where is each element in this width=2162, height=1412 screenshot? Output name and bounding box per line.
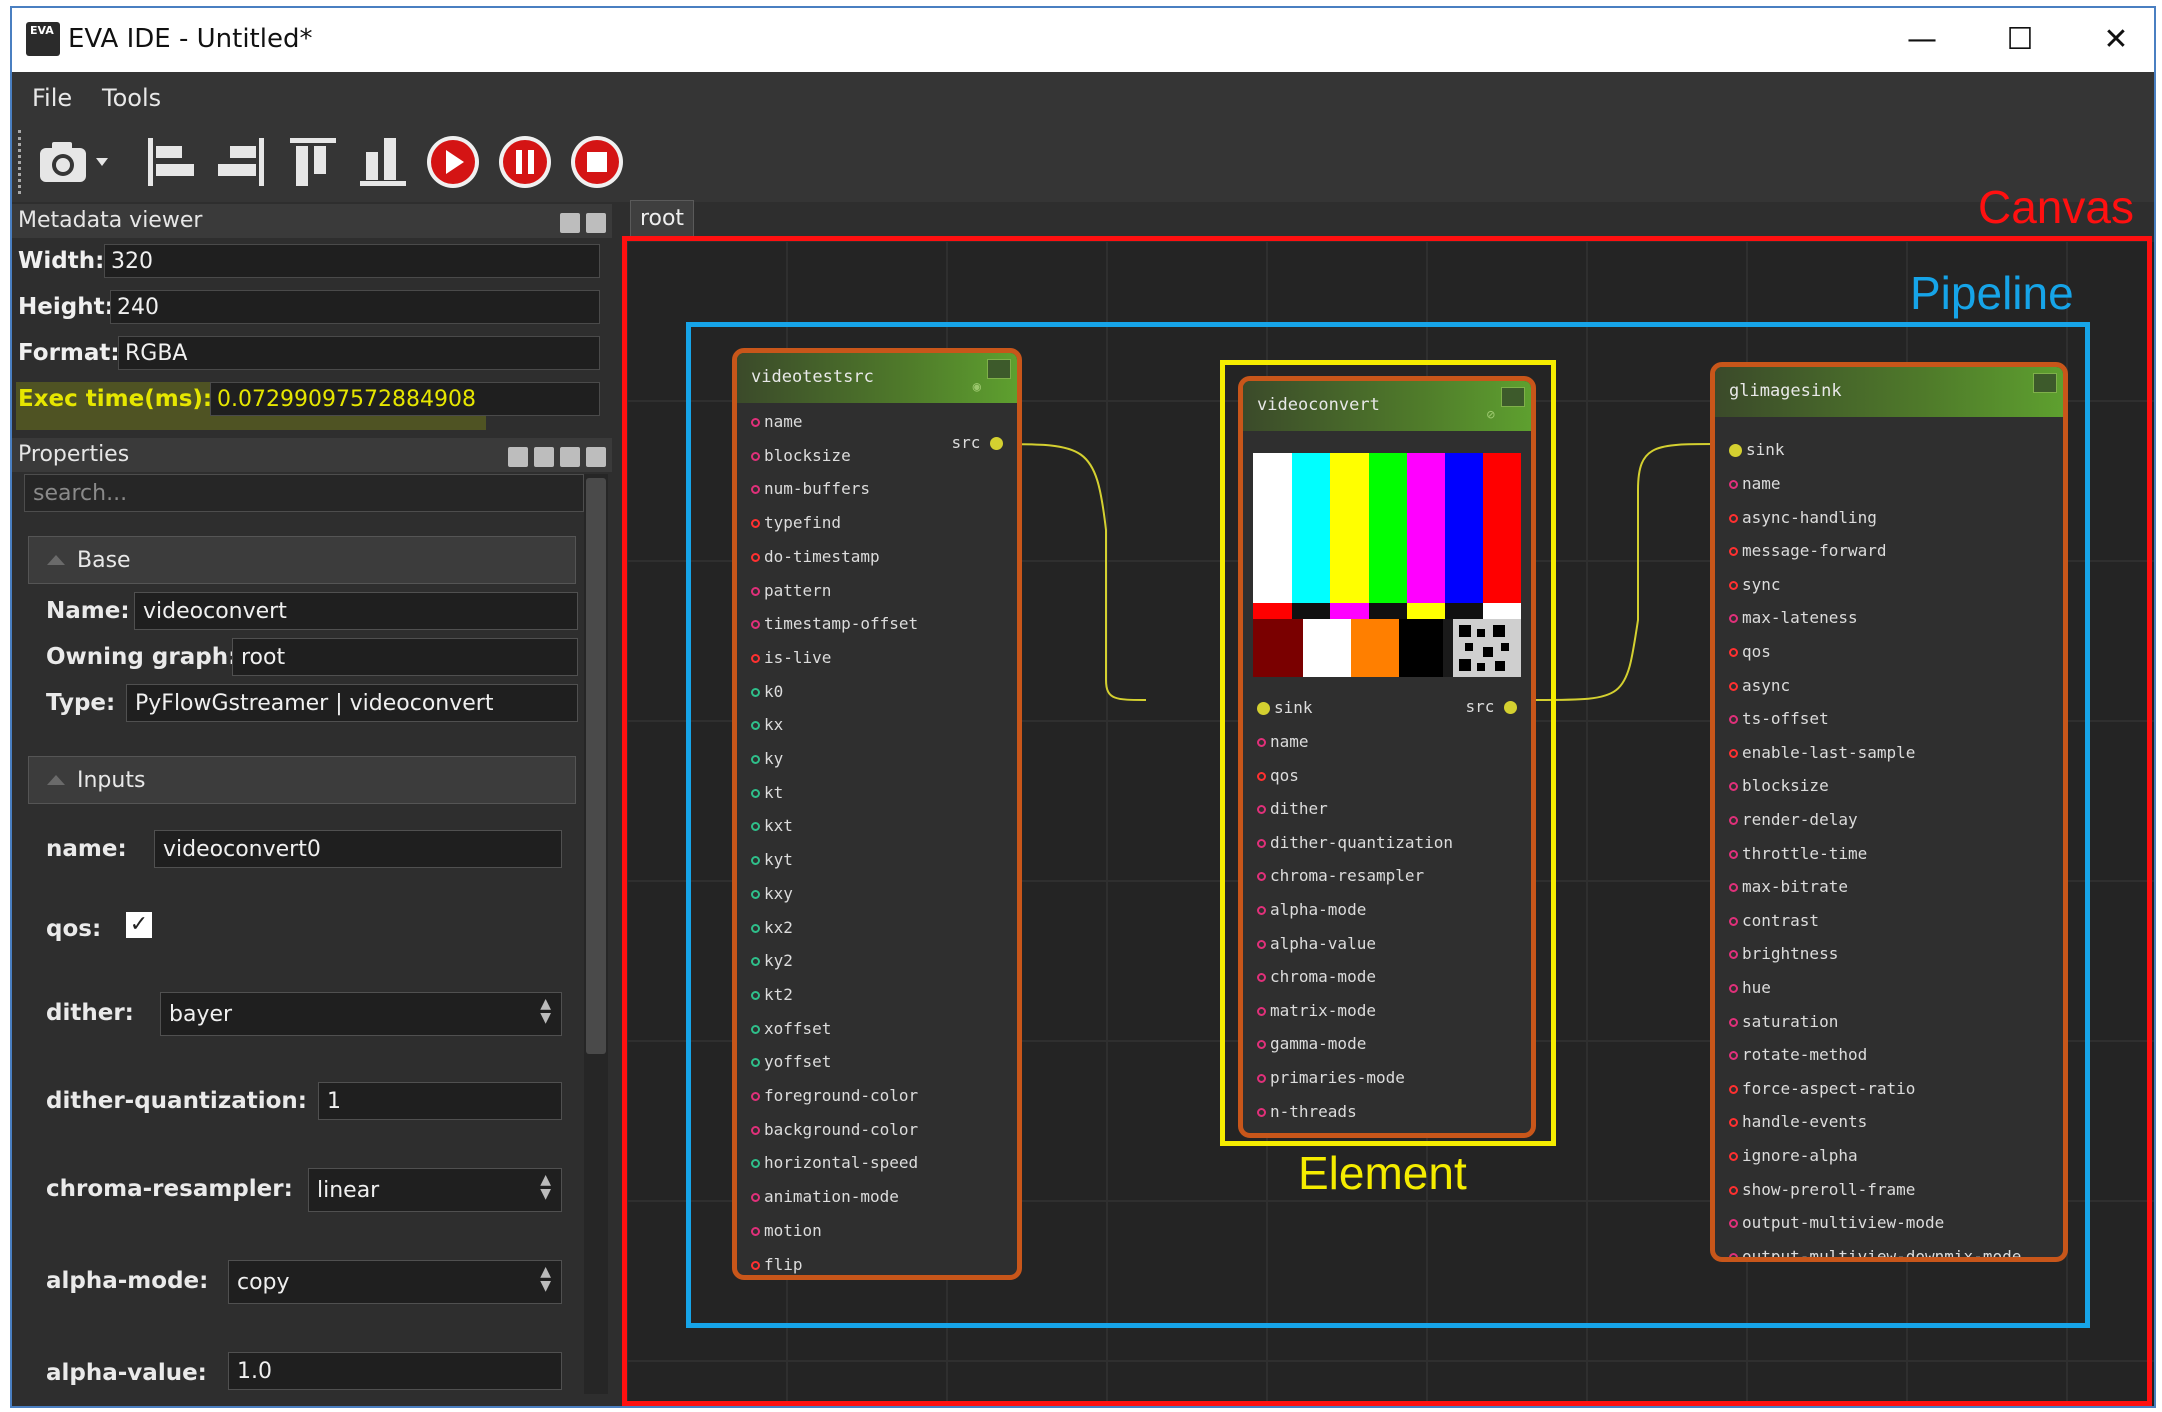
canvas-annotation-label: Canvas [1978,181,2134,233]
spin-arrows-icon: ▲ ▼ [540,1264,551,1294]
properties-panel-controls [502,444,606,478]
alpha-value-label: alpha-value: [46,1360,207,1386]
owning-graph-field[interactable]: root [232,638,578,676]
metadata-exec-row: Exec time(ms): 0.07299097572884908 [18,382,612,416]
dither-label: dither: [46,1000,134,1026]
pipeline-annotation-label: Pipeline [1910,267,2074,319]
element-annotation-label: Element [1298,1147,1467,1199]
metadata-height-row: Height: 240 [18,290,612,324]
width-label: Width: [18,248,105,274]
chroma-resampler-value: linear [317,1178,380,1203]
refresh-icon[interactable] [508,447,528,467]
inputs-section-label: Inputs [77,768,146,793]
toolbar [12,122,2154,202]
input-name-label: name: [46,836,127,862]
owning-graph-label: Owning graph: [46,644,238,670]
maximize-button[interactable]: ☐ [1990,16,2050,64]
dither-select[interactable]: bayer ▲ ▼ [160,992,562,1036]
close-button[interactable]: ✕ [2086,16,2146,64]
play-icon[interactable] [424,132,482,192]
metadata-format-row: Format: RGBA [18,336,612,370]
exec-time-label: Exec time(ms): [18,386,213,412]
height-label: Height: [18,294,114,320]
title-bar: EVA EVA IDE - Untitled* — ☐ ✕ [12,8,2154,72]
alpha-value-field[interactable]: 1.0 [228,1352,562,1390]
menu-bar: File Tools [12,72,2154,122]
menu-tools[interactable]: Tools [102,84,161,112]
align-bottom-icon[interactable] [354,132,412,192]
qos-label: qos: [46,916,102,942]
metadata-width-row: Width: 320 [18,244,612,278]
tab-root[interactable]: root [630,200,694,237]
input-name-field[interactable]: videoconvert0 [154,830,562,868]
minimize-button[interactable]: — [1892,16,1952,64]
menu-file[interactable]: File [32,84,72,112]
close-panel-icon[interactable] [586,213,606,233]
spin-arrows-icon: ▲ ▼ [540,996,551,1026]
float-panel-icon[interactable] [560,213,580,233]
properties-label: Properties [18,442,130,467]
float-panel-icon[interactable] [560,447,580,467]
stop-icon[interactable] [568,132,626,192]
camera-icon[interactable] [36,132,116,192]
alpha-mode-label: alpha-mode: [46,1268,209,1294]
base-section-header[interactable]: Base [28,536,576,584]
width-value: 320 [104,244,600,278]
type-field[interactable]: PyFlowGstreamer | videoconvert [126,684,578,722]
metadata-panel-controls [554,210,606,244]
dither-quantization-label: dither-quantization: [46,1088,307,1114]
lock-icon[interactable] [534,447,554,467]
element-annotation-box [1220,360,1556,1146]
spin-arrows-icon: ▲ ▼ [540,1172,551,1202]
properties-search-input[interactable]: search... [24,474,584,512]
qos-checkbox[interactable]: ✓ [126,912,152,938]
scrollbar-thumb[interactable] [586,478,606,1054]
inputs-section-header[interactable]: Inputs [28,756,576,804]
metadata-viewer-label: Metadata viewer [18,208,203,233]
chroma-resampler-label: chroma-resampler: [46,1176,293,1202]
app-icon: EVA [26,22,60,56]
chroma-resampler-select[interactable]: linear ▲ ▼ [308,1168,562,1212]
height-value: 240 [110,290,600,324]
alpha-mode-value: copy [237,1270,290,1295]
collapse-icon [47,555,65,565]
align-top-icon[interactable] [284,132,342,192]
dither-value: bayer [169,1002,233,1027]
dither-quantization-field[interactable]: 1 [318,1082,562,1120]
toolbar-grip[interactable] [18,130,25,194]
name-label: Name: [46,598,130,624]
metadata-viewer-title: Metadata viewer [12,204,612,238]
format-label: Format: [18,340,120,366]
name-field[interactable]: videoconvert [134,592,578,630]
type-label: Type: [46,690,116,716]
base-section-label: Base [77,548,131,573]
align-left-icon[interactable] [142,132,200,192]
close-panel-icon[interactable] [586,447,606,467]
properties-scrollbar[interactable] [584,474,608,1394]
properties-title: Properties [12,438,612,472]
align-right-icon[interactable] [212,132,270,192]
alpha-mode-select[interactable]: copy ▲ ▼ [228,1260,562,1304]
collapse-icon [47,775,65,785]
pause-icon[interactable] [496,132,554,192]
exec-time-value: 0.07299097572884908 [210,382,600,416]
format-value: RGBA [118,336,600,370]
window-title: EVA IDE - Untitled* [68,24,313,54]
